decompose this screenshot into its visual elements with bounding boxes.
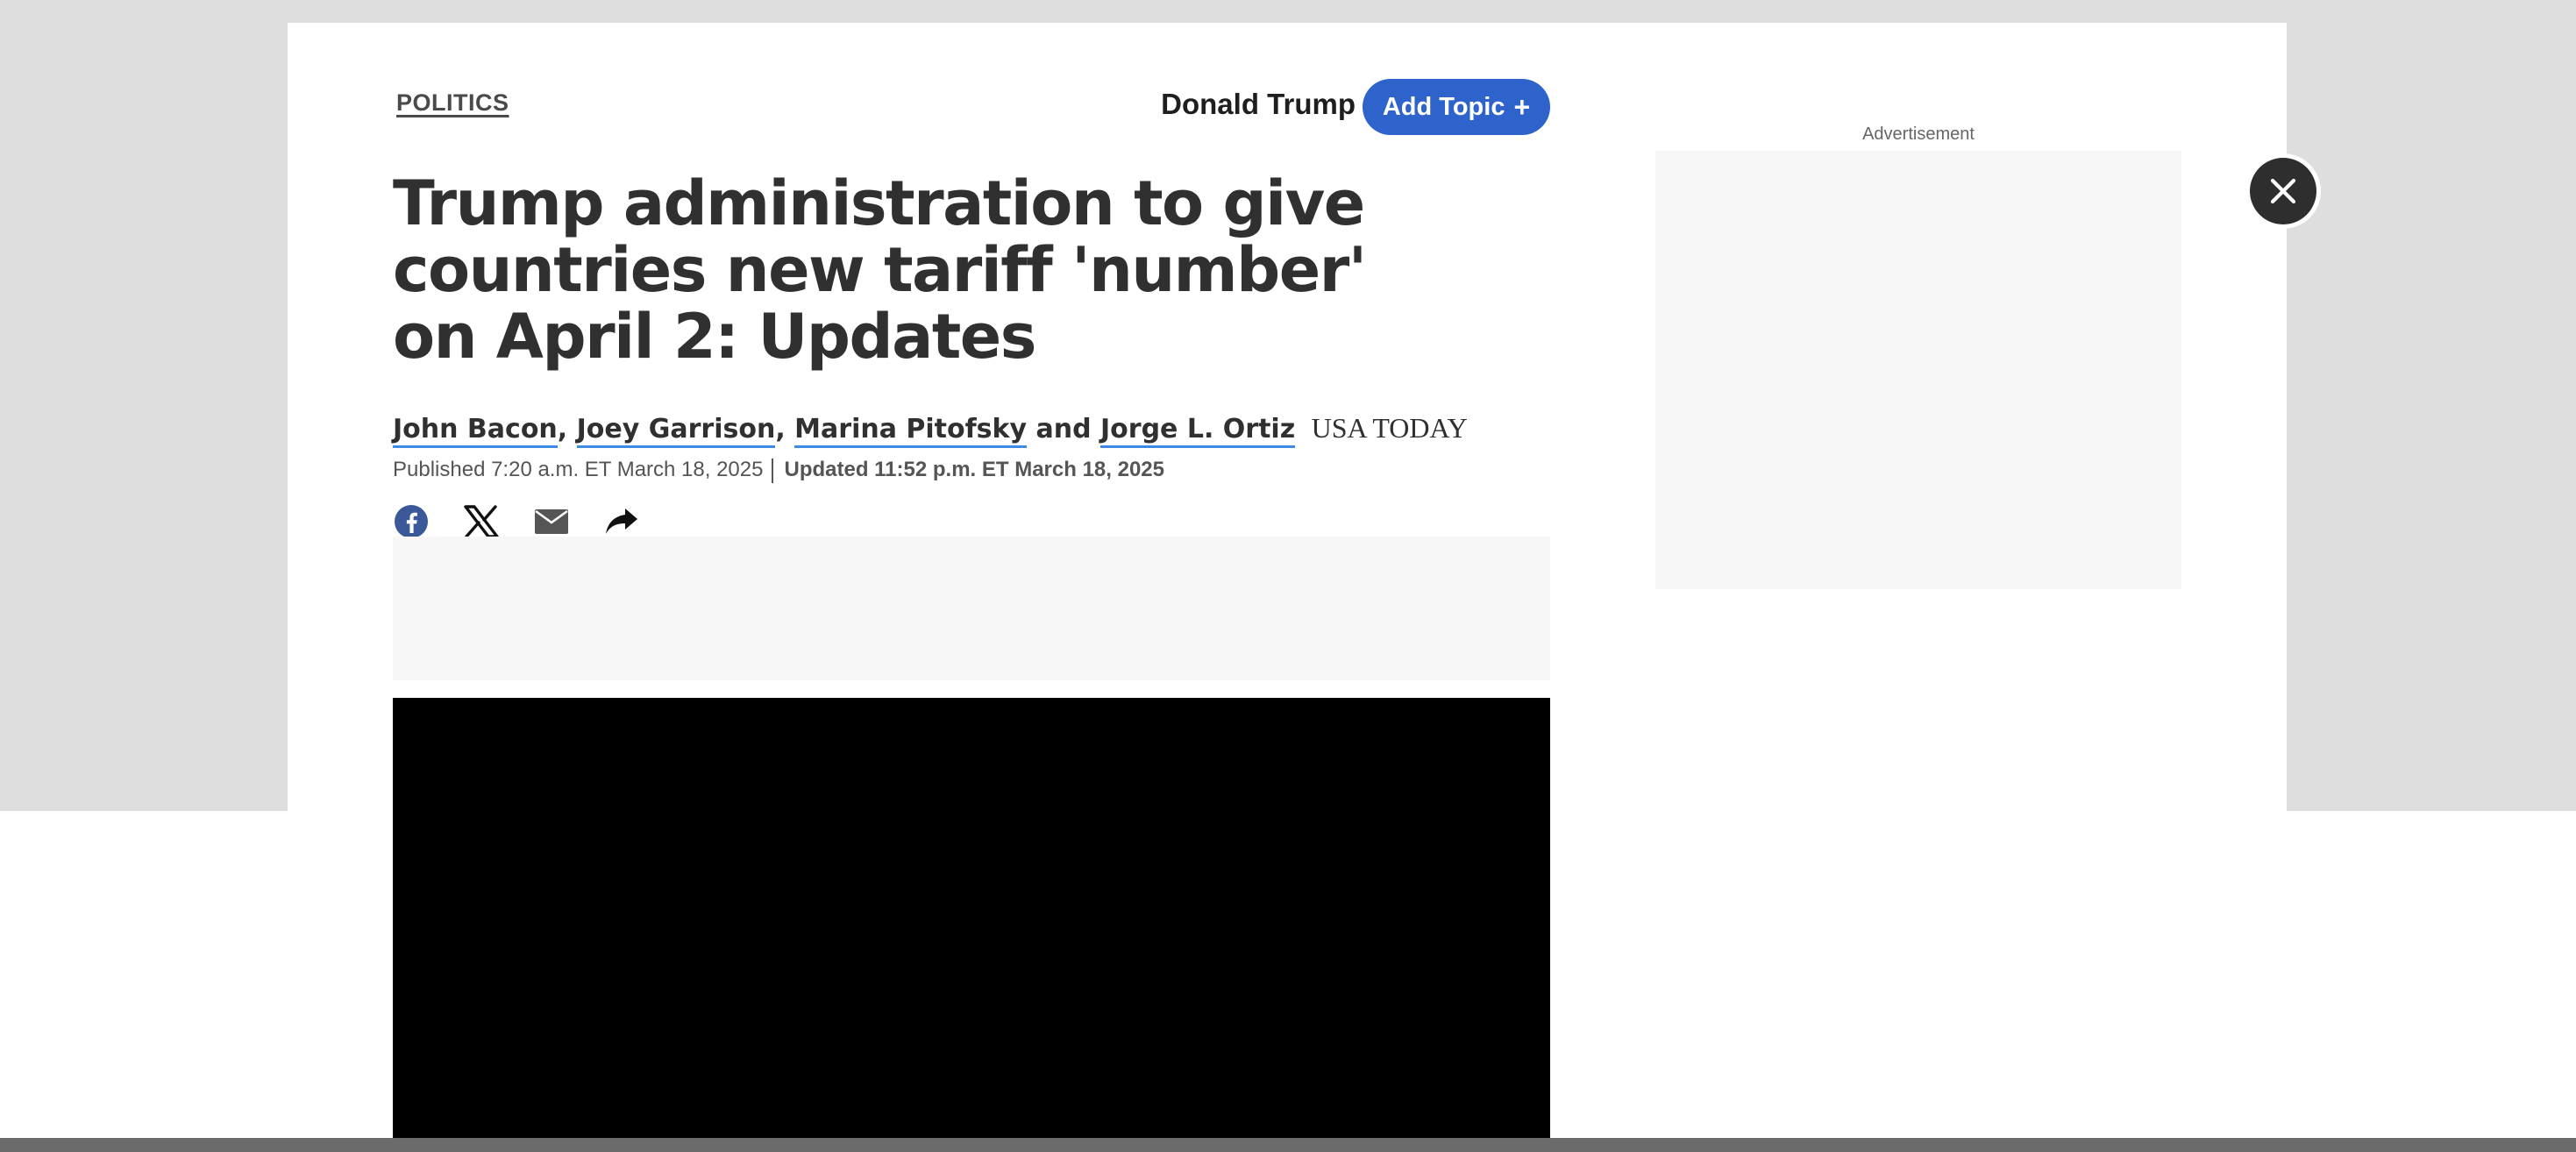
add-topic-button[interactable]: Add Topic + — [1363, 79, 1550, 135]
byline-separator: , — [557, 414, 577, 444]
author-link[interactable]: Marina Pitofsky — [794, 414, 1028, 448]
publisher-name: USA TODAY — [1311, 412, 1468, 444]
email-icon[interactable] — [533, 503, 570, 540]
topic-name[interactable]: Donald Trump — [1140, 88, 1356, 121]
add-topic-label: Add Topic — [1382, 92, 1505, 121]
byline: John Bacon, Joey Garrison, Marina Pitofs… — [393, 412, 1498, 448]
published-date: Published 7:20 a.m. ET March 18, 2025 — [393, 458, 764, 481]
video-player[interactable] — [393, 698, 1550, 1152]
date-divider — [772, 458, 774, 483]
author-link[interactable]: Joey Garrison — [576, 414, 776, 448]
plus-icon: + — [1513, 91, 1531, 123]
share-icon[interactable] — [603, 503, 640, 540]
close-icon — [2270, 178, 2296, 204]
close-button[interactable] — [2250, 158, 2316, 224]
bottom-scroll-bar — [0, 1138, 2576, 1152]
inline-ad-slot — [393, 537, 1550, 680]
article-card: POLITICS Donald Trump Add Topic + Trump … — [288, 23, 2287, 1152]
author-link[interactable]: Jorge L. Ortiz — [1100, 414, 1296, 448]
facebook-icon[interactable] — [393, 503, 430, 540]
author-link[interactable]: John Bacon — [393, 414, 558, 448]
sidebar-ad-slot — [1655, 151, 2181, 589]
byline-separator: , — [775, 414, 795, 444]
updated-date: Updated 11:52 p.m. ET March 18, 2025 — [784, 458, 1164, 481]
dateline: Published 7:20 a.m. ET March 18, 2025 Upd… — [393, 458, 1164, 483]
section-label-link[interactable]: POLITICS — [396, 89, 509, 117]
x-icon[interactable] — [463, 503, 500, 540]
byline-separator: and — [1027, 414, 1100, 444]
advertisement-label: Advertisement — [1862, 124, 1975, 144]
article-headline: Trump administration to give countries n… — [393, 167, 1367, 373]
